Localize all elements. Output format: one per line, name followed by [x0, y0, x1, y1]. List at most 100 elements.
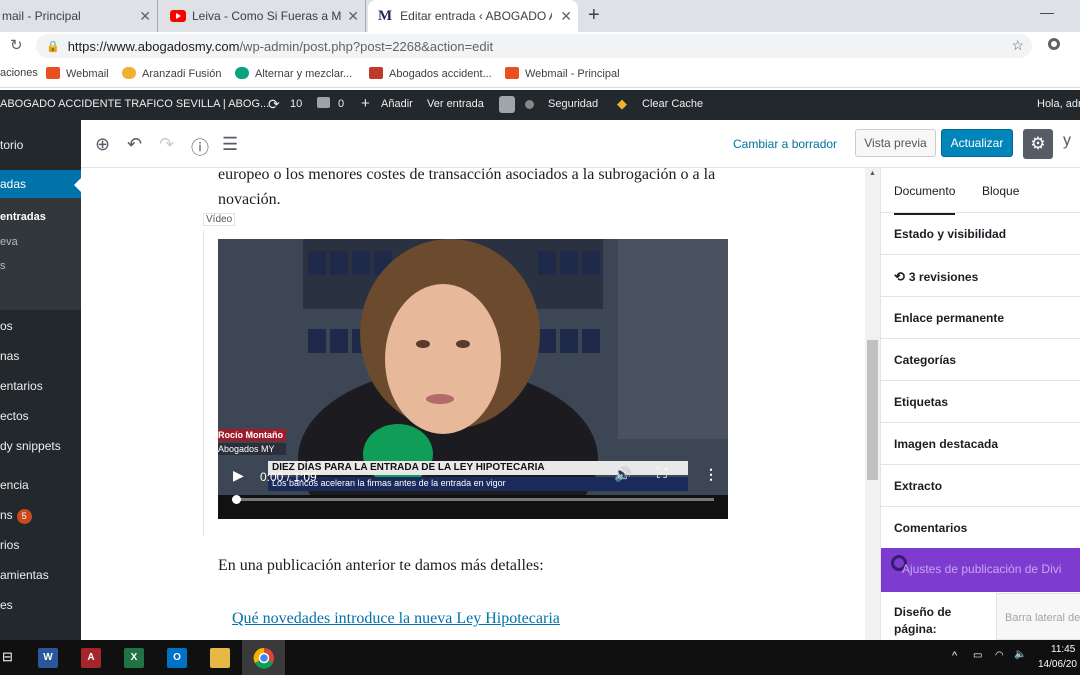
sidebar-sub-categorias[interactable]: s — [0, 260, 6, 272]
browser-tab-youtube[interactable]: Leiva - Como Si Fueras a Morir M ✕ — [160, 0, 366, 32]
seguridad-link[interactable]: Seguridad — [548, 98, 598, 110]
bookmark-item[interactable]: Webmail - Principal — [505, 67, 620, 80]
sidebar-item-paginas[interactable]: nas — [0, 349, 19, 363]
task-view-icon[interactable]: ⊟ — [2, 649, 13, 665]
tab-documento[interactable]: Documento — [894, 184, 956, 215]
excel-icon[interactable]: X — [124, 648, 144, 668]
clear-cache-link[interactable]: Clear Cache — [642, 98, 703, 110]
scroll-up-icon[interactable]: ▲ — [869, 170, 876, 177]
panel-etiquetas[interactable]: Etiquetas — [881, 380, 1080, 422]
sidebar-item-apariencia[interactable]: encia — [0, 478, 29, 492]
tab-bloque[interactable]: Bloque — [982, 184, 1019, 198]
aranzadi-icon — [122, 67, 136, 79]
sidebar-item-proyectos[interactable]: ectos — [0, 409, 29, 423]
webmail-icon — [46, 67, 60, 79]
fullscreen-icon[interactable]: ⛶ — [657, 467, 667, 483]
bookmark-item[interactable]: Abogados accident... — [369, 67, 492, 80]
video-player[interactable]: Rocío Montaño Abogados MY DIEZ DÍAS PARA… — [218, 239, 728, 519]
clock-time[interactable]: 11:45 — [1051, 644, 1075, 655]
preview-button[interactable]: Vista previa — [855, 129, 936, 157]
undo-icon[interactable]: ↶ — [127, 134, 142, 155]
close-icon[interactable]: ✕ — [139, 8, 151, 25]
comments-icon[interactable] — [317, 97, 330, 108]
bookmark-item[interactable]: Webmail — [46, 67, 109, 80]
add-block-icon[interactable]: ⊕ — [95, 134, 110, 155]
sidebar-item-rich-snippets[interactable]: dy snippets — [0, 439, 61, 453]
tab-title: mail - Principal — [2, 9, 81, 23]
yoast-seo-icon[interactable]: y — [1063, 132, 1071, 150]
site-favicon-icon: M — [378, 7, 393, 24]
panel-revisiones[interactable]: ⟲ 3 revisiones — [881, 254, 1080, 296]
page-layout-select[interactable]: Barra lateral de — [996, 593, 1080, 640]
reload-icon[interactable]: ↻ — [10, 36, 23, 54]
settings-gear-icon[interactable]: ⚙ — [1023, 129, 1053, 159]
switch-to-draft-button[interactable]: Cambiar a borrador — [733, 137, 837, 151]
yoast-icon[interactable] — [499, 96, 515, 113]
sidebar-submenu: entradas eva s — [0, 198, 81, 310]
play-icon[interactable]: ▶ — [233, 468, 244, 485]
info-icon[interactable]: ⓘ — [191, 134, 209, 160]
view-post-link[interactable]: Ver entrada — [427, 98, 484, 110]
sidebar-item-plugins[interactable]: ns 5 — [0, 508, 32, 524]
access-icon[interactable]: A — [81, 648, 101, 668]
panel-extracto[interactable]: Extracto — [881, 464, 1080, 506]
wifi-icon[interactable]: ◠ — [995, 650, 1004, 661]
sidebar-item-herramientas[interactable]: amientas — [0, 568, 49, 582]
sidebar-sub-anadir-nueva[interactable]: eva — [0, 236, 18, 248]
paragraph-block[interactable]: En una publicación anterior te damos más… — [218, 557, 544, 575]
scrollbar-thumb[interactable] — [867, 340, 878, 480]
close-icon[interactable]: ✕ — [347, 8, 359, 25]
panel-divi-settings[interactable]: Ajustes de publicación de Divi — [881, 548, 1080, 592]
clock-date[interactable]: 14/06/20 — [1038, 659, 1077, 670]
sidebar-item-comentarios[interactable]: entarios — [0, 379, 43, 393]
browser-tab-editar-entrada[interactable]: M Editar entrada ‹ ABOGADO ACCIDE ✕ — [368, 0, 578, 32]
bookmark-star-icon[interactable]: ☆ — [1011, 37, 1024, 54]
add-new-link[interactable]: Añadir — [381, 98, 413, 110]
video-time: 0:00 / 1:09 — [260, 470, 317, 484]
updates-icon[interactable]: ⟳ — [268, 96, 280, 113]
block-navigation-icon[interactable]: ☰ — [222, 134, 238, 155]
url-field[interactable]: 🔒 https://www.abogadosmy.com/wp-admin/po… — [36, 34, 1032, 58]
volume-icon[interactable]: 🔊 — [614, 467, 631, 484]
word-icon[interactable]: W — [38, 648, 58, 668]
youtube-icon — [170, 10, 186, 22]
video-progress-handle[interactable] — [232, 495, 241, 504]
bookmark-item[interactable]: Aranzadi Fusión — [122, 67, 222, 80]
sidebar-item-ajustes[interactable]: es — [0, 598, 13, 612]
new-tab-icon[interactable]: + — [588, 4, 600, 27]
chevron-up-icon[interactable]: ^ — [952, 650, 957, 662]
more-options-icon[interactable]: ⋮ — [704, 467, 718, 484]
panel-estado-visibilidad[interactable]: Estado y visibilidad — [881, 212, 1080, 254]
minimize-icon[interactable]: — — [1040, 4, 1054, 20]
panel-imagen-destacada[interactable]: Imagen destacada — [881, 422, 1080, 464]
clear-cache-icon: ◆ — [617, 96, 627, 111]
sidebar-item-medios[interactable]: os — [0, 319, 13, 333]
paragraph-block[interactable]: europeo o los menores costes de transacc… — [218, 168, 738, 212]
plus-icon: + — [361, 95, 370, 112]
greeting[interactable]: Hola, adr — [1037, 98, 1080, 110]
browser-tab-webmail[interactable]: mail - Principal ✕ — [0, 0, 158, 32]
panel-comentarios[interactable]: Comentarios — [881, 506, 1080, 548]
video-progress-track[interactable] — [232, 498, 714, 501]
close-icon[interactable]: ✕ — [560, 8, 572, 25]
sidebar-item-escritorio[interactable]: torio — [0, 138, 23, 152]
file-explorer-icon[interactable] — [210, 648, 230, 668]
chrome-icon[interactable] — [253, 647, 275, 669]
extension-icon[interactable] — [1048, 38, 1060, 50]
article-link[interactable]: Qué novedades introduce la nueva Ley Hip… — [232, 610, 560, 628]
video-name-tag: Rocío Montaño — [218, 430, 283, 440]
speaker-icon[interactable]: 🔈 — [1014, 649, 1026, 660]
editor-toolbar: ⊕ ↶ ↷ ⓘ ☰ Cambiar a borrador Vista previ… — [81, 120, 1080, 168]
panel-categorias[interactable]: Categorías — [881, 338, 1080, 380]
panel-enlace-permanente[interactable]: Enlace permanente — [881, 296, 1080, 338]
bookmark-item[interactable]: aciones — [0, 67, 38, 79]
battery-icon[interactable]: ▭ — [973, 650, 982, 661]
update-button[interactable]: Actualizar — [941, 129, 1013, 157]
sidebar-item-usuarios[interactable]: rios — [0, 538, 19, 552]
sidebar-item-entradas[interactable]: adas — [0, 170, 81, 198]
outlook-icon[interactable]: O — [167, 648, 187, 668]
bookmark-item[interactable]: Alternar y mezclar... — [235, 67, 352, 80]
site-name-link[interactable]: ABOGADO ACCIDENTE TRAFICO SEVILLA | ABOG… — [0, 98, 269, 110]
sidebar-sub-todas-entradas[interactable]: entradas — [0, 211, 46, 223]
redo-icon[interactable]: ↷ — [159, 134, 174, 155]
